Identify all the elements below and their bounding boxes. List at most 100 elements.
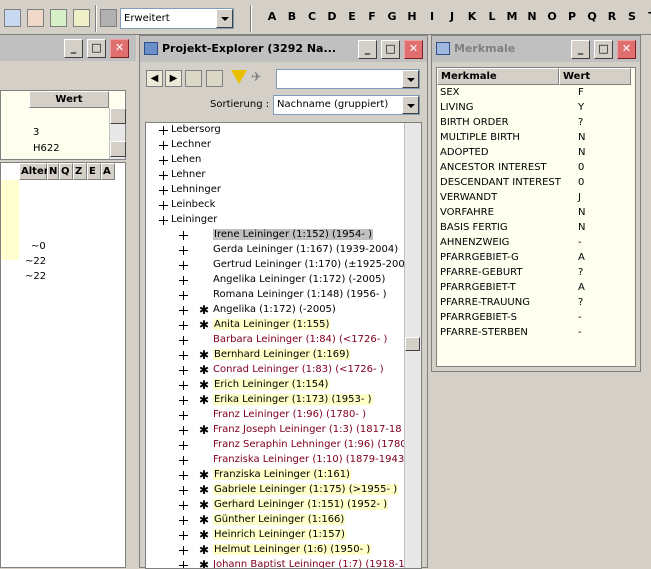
letter-g-button[interactable]: G [382, 10, 402, 26]
expand-plus-icon[interactable] [159, 141, 168, 150]
expand-plus-icon[interactable] [159, 171, 168, 180]
tree-person-node[interactable]: ✱ Erich Leininger (1:154) [146, 378, 404, 393]
letter-o-button[interactable]: O [542, 10, 562, 26]
filter-icon[interactable] [231, 70, 247, 84]
close-button[interactable]: ✕ [404, 40, 423, 59]
scroll-up-button[interactable] [110, 108, 126, 124]
expand-plus-icon[interactable] [179, 456, 188, 465]
tree-person-node[interactable]: Angelika Leininger (1:172) (-2005) [146, 273, 404, 288]
letter-l-button[interactable]: L [482, 10, 502, 26]
letter-r-button[interactable]: R [602, 10, 622, 26]
expand-plus-icon[interactable] [179, 396, 188, 405]
grid-column-header[interactable]: E [87, 163, 101, 180]
tree-person-node[interactable]: Franz Seraphin Lehninger (1:96) (1780 [146, 438, 404, 453]
tree-person-node[interactable]: Franziska Leininger (1:10) (1879-1943) [146, 453, 404, 468]
merkmal-row[interactable]: PFARRGEBIET-G A [437, 251, 635, 266]
letter-n-button[interactable]: N [522, 10, 542, 26]
letter-i-button[interactable]: I [422, 10, 442, 26]
merkmal-row[interactable]: PFARRE-STERBEN - [437, 326, 635, 341]
save-icon[interactable] [100, 9, 117, 27]
letter-j-button[interactable]: J [442, 10, 462, 26]
expand-plus-icon[interactable] [179, 231, 188, 240]
letter-e-button[interactable]: E [342, 10, 362, 26]
merkmal-row[interactable]: ADOPTED N [437, 146, 635, 161]
grid-column-header[interactable]: Alter [19, 163, 49, 180]
tree-group-node[interactable]: Lechner [146, 138, 404, 153]
tree-person-node[interactable]: ✱ Helmut Leininger (1:6) (1950- ) [146, 543, 404, 558]
chevron-down-icon[interactable] [402, 96, 419, 114]
tree-person-node[interactable]: Gerda Leininger (1:167) (1939-2004) [146, 243, 404, 258]
expand-plus-icon[interactable] [179, 516, 188, 525]
tree-group-node[interactable]: Leinbeck [146, 198, 404, 213]
portrait-icon[interactable] [50, 9, 67, 27]
expand-plus-icon[interactable] [179, 261, 188, 270]
expand-plus-icon[interactable] [179, 501, 188, 510]
expand-plus-icon[interactable] [179, 321, 188, 330]
tree-icon[interactable] [73, 9, 90, 27]
tree-person-node[interactable]: ✱ Bernhard Leininger (1:169) [146, 348, 404, 363]
merkmal-row[interactable]: BIRTH ORDER? [437, 116, 635, 131]
tree-person-node[interactable]: ✱ Conrad Leininger (1:83) (<1726- ) [146, 363, 404, 378]
expand-plus-icon[interactable] [179, 306, 188, 315]
tree-person-node[interactable]: ✱ Franziska Leininger (1:161) [146, 468, 404, 483]
merkmal-row[interactable]: VERWANDT J [437, 191, 635, 206]
expand-plus-icon[interactable] [179, 486, 188, 495]
expand-plus-icon[interactable] [179, 366, 188, 375]
grid-column-header[interactable]: Z [73, 163, 87, 180]
letter-f-button[interactable]: F [362, 10, 382, 26]
maximize-button[interactable]: □ [381, 40, 400, 59]
expand-plus-icon[interactable] [179, 546, 188, 555]
letter-h-button[interactable]: H [402, 10, 422, 26]
pin-icon[interactable]: ✈ [251, 70, 268, 87]
tree-group-node[interactable]: Leininger [146, 213, 404, 228]
expand-plus-icon[interactable] [179, 411, 188, 420]
merkmal-row[interactable]: SEX F [437, 86, 635, 101]
tree-person-node[interactable]: ✱ Angelika (1:172) (-2005) [146, 303, 404, 318]
merkmal-row[interactable]: VORFAHRE N [437, 206, 635, 221]
merkmal-row[interactable]: ANCESTOR INTEREST 0 [437, 161, 635, 176]
expand-plus-icon[interactable] [159, 186, 168, 195]
search-reset-icon[interactable] [206, 70, 223, 87]
binoculars-icon[interactable] [185, 70, 202, 87]
close-button[interactable]: ✕ [110, 39, 129, 58]
letter-m-button[interactable]: M [502, 10, 522, 26]
search-select[interactable] [276, 69, 420, 89]
tree-person-node[interactable]: ✱ Johann Baptist Leininger (1:7) (1918-19 [146, 558, 404, 568]
grid-column-header[interactable]: N [47, 163, 59, 180]
merkmal-row[interactable]: DESCENDANT INTEREST 0 [437, 176, 635, 191]
merkmal-row[interactable]: PFARRGEBIET-T A [437, 281, 635, 296]
letter-q-button[interactable]: Q [582, 10, 602, 26]
merkmale-column-header[interactable]: Merkmale [437, 68, 559, 85]
tree-group-node[interactable]: Lehen [146, 153, 404, 168]
grid-column-header[interactable]: A [101, 163, 115, 180]
forward-arrow-icon[interactable]: ▶ [165, 70, 182, 87]
maximize-button[interactable]: □ [87, 39, 106, 58]
minimize-button[interactable]: _ [358, 40, 377, 59]
expand-plus-icon[interactable] [159, 216, 168, 225]
expand-plus-icon[interactable] [159, 201, 168, 210]
tree-group-node[interactable]: Lebersorg [146, 123, 404, 138]
merkmal-row[interactable]: AHNENZWEIG - [437, 236, 635, 251]
tree-person-node[interactable]: ✱ Gerhard Leininger (1:151) (1952- ) [146, 498, 404, 513]
expand-plus-icon[interactable] [179, 246, 188, 255]
tree-person-node[interactable]: ✱ Günther Leininger (1:166) [146, 513, 404, 528]
letter-c-button[interactable]: C [302, 10, 322, 26]
merkmal-row[interactable]: MULTIPLE BIRTH N [437, 131, 635, 146]
letter-b-button[interactable]: B [282, 10, 302, 26]
maximize-button[interactable]: □ [594, 40, 613, 59]
view-mode-select[interactable]: Erweitert [120, 8, 234, 29]
letter-k-button[interactable]: K [462, 10, 482, 26]
expand-plus-icon[interactable] [179, 426, 188, 435]
merkmal-row[interactable]: LIVING Y [437, 101, 635, 116]
tree-scrollbar[interactable] [404, 123, 421, 568]
expand-plus-icon[interactable] [179, 291, 188, 300]
scroll-thumb[interactable] [405, 337, 420, 351]
merkmal-row[interactable]: PFARRE-TRAUUNG? [437, 296, 635, 311]
tree-person-node[interactable]: Barbara Leininger (1:84) (<1726- ) [146, 333, 404, 348]
expand-plus-icon[interactable] [159, 156, 168, 165]
tree-person-node[interactable]: ✱ Anita Leininger (1:155) [146, 318, 404, 333]
family-icon[interactable] [27, 9, 44, 27]
minimize-button[interactable]: _ [64, 39, 83, 58]
tree-person-node[interactable]: ✱ Gabriele Leininger (1:175) (>1955- ) [146, 483, 404, 498]
expand-plus-icon[interactable] [179, 381, 188, 390]
